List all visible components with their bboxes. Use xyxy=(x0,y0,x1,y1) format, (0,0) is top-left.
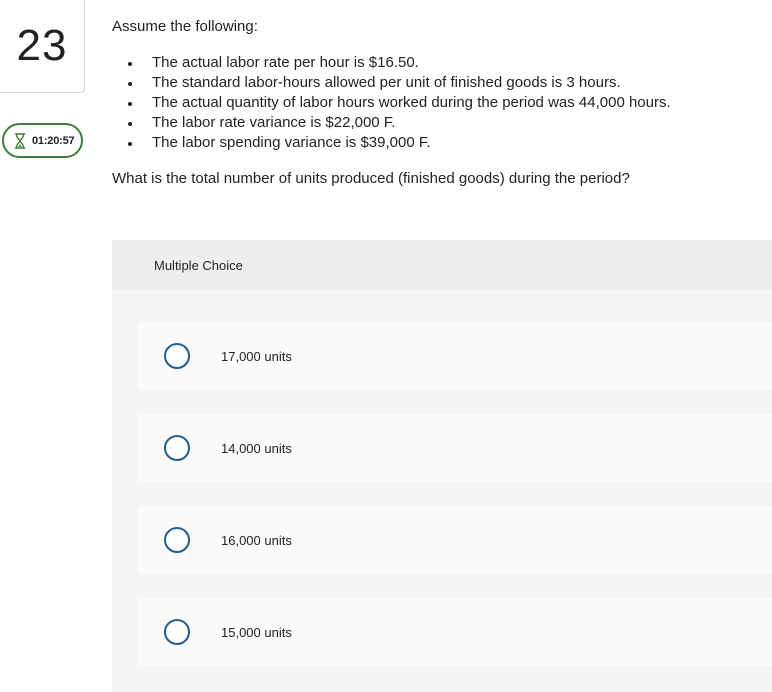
facts-list: The actual labor rate per hour is $16.50… xyxy=(112,53,752,153)
question-intro: Assume the following: xyxy=(112,18,258,35)
fact-text: The labor spending variance is $39,000 F… xyxy=(152,134,431,151)
choice-option-1[interactable]: 17,000 units xyxy=(138,322,772,390)
radio-button[interactable] xyxy=(164,435,190,461)
fact-item: The labor spending variance is $39,000 F… xyxy=(112,133,752,153)
choice-option-4[interactable]: 15,000 units xyxy=(138,598,772,666)
timer-badge[interactable]: 01:20:57 xyxy=(2,123,83,158)
hourglass-icon xyxy=(14,132,26,149)
bullet-icon xyxy=(128,122,132,126)
bullet-icon xyxy=(128,82,132,86)
fact-item: The actual quantity of labor hours worke… xyxy=(112,93,752,113)
choice-option-2[interactable]: 14,000 units xyxy=(138,414,772,482)
timer-text: 01:20:57 xyxy=(32,134,75,147)
choice-label: 14,000 units xyxy=(221,440,292,456)
choice-label: 17,000 units xyxy=(221,348,292,364)
fact-text: The actual quantity of labor hours worke… xyxy=(152,94,671,111)
question-body: Assume the following: The actual labor r… xyxy=(112,17,752,189)
fact-text: The actual labor rate per hour is $16.50… xyxy=(152,54,419,71)
quiz-page: 23 01:20:57 Assume the following: The ac… xyxy=(0,0,772,692)
fact-item: The standard labor-hours allowed per uni… xyxy=(112,73,752,93)
question-number-box: 23 xyxy=(0,0,85,93)
choice-option-3[interactable]: 16,000 units xyxy=(138,506,772,574)
bullet-icon xyxy=(128,62,132,66)
fact-text: The labor rate variance is $22,000 F. xyxy=(152,114,396,131)
radio-button[interactable] xyxy=(164,343,190,369)
choice-label: 15,000 units xyxy=(221,624,292,640)
fact-item: The actual labor rate per hour is $16.50… xyxy=(112,53,752,73)
bullet-icon xyxy=(128,142,132,146)
radio-button[interactable] xyxy=(164,527,190,553)
bullet-icon xyxy=(128,102,132,106)
fact-item: The labor rate variance is $22,000 F. xyxy=(112,113,752,133)
question-number: 23 xyxy=(16,21,68,70)
radio-button[interactable] xyxy=(164,619,190,645)
choice-label: 16,000 units xyxy=(221,532,292,548)
question-prompt: What is the total number of units produc… xyxy=(112,170,630,187)
multiple-choice-header: Multiple Choice xyxy=(112,240,772,290)
multiple-choice-panel: Multiple Choice 17,000 units 14,000 unit… xyxy=(112,240,772,692)
fact-text: The standard labor-hours allowed per uni… xyxy=(152,74,621,91)
